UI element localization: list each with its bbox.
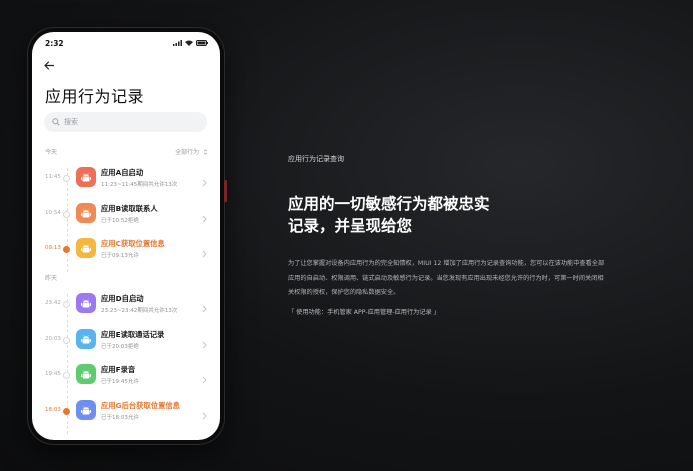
list-item[interactable]: 10:54 应用B读取联系人 已于10:52拒绝: [32, 199, 220, 235]
filter-label: 全部行为: [175, 149, 200, 156]
item-title: 应用D自启动: [101, 294, 144, 303]
android-icon: [81, 173, 91, 182]
item-time: 09:13: [45, 245, 61, 251]
promo-usage-path: 「 使用功能：手机管家 APP-应用管理-应用行为记录 」: [288, 309, 440, 316]
android-icon: [81, 208, 91, 217]
android-icon: [81, 299, 91, 308]
item-description: 已于20:03拒绝: [101, 343, 139, 350]
warning-dot-icon: [63, 407, 70, 415]
timeline-dot-icon: [63, 175, 70, 182]
app-icon: [76, 202, 96, 223]
section-label-yesterday: 昨天: [45, 275, 58, 282]
filter-dropdown[interactable]: 全部行为: [175, 147, 208, 156]
item-time: 20:03: [45, 335, 61, 342]
item-description: 已于18:03允许: [101, 414, 139, 421]
app-icon: [76, 293, 96, 313]
list-item[interactable]: 23:42 应用D自启动 23:23~23:42期间共允许13次: [32, 289, 220, 325]
item-time: 10:54: [45, 209, 61, 216]
search-input[interactable]: 搜索: [44, 112, 207, 132]
timeline-dot-icon: [63, 372, 70, 379]
android-icon: [81, 370, 91, 379]
chevron-right-icon: [202, 179, 207, 187]
phone-frame: 2:32 应用行为记录 搜索 今天 全部行为 11:45 应用A自启动 11:23~…: [28, 28, 224, 444]
item-description: 已于09:13允许: [101, 253, 139, 259]
sort-updown-icon: [203, 148, 208, 155]
phone-screen: 2:32 应用行为记录 搜索 今天 全部行为 11:45 应用A自启动 11:23~…: [32, 32, 220, 440]
list-item[interactable]: 20:03 应用E读取通话记录 已于20:03拒绝: [32, 325, 220, 361]
item-description: 23:23~23:42期间共允许13次: [101, 308, 178, 314]
item-title: 应用B读取联系人: [101, 203, 158, 213]
chevron-right-icon: [202, 305, 207, 313]
page-title: 应用行为记录: [45, 87, 145, 106]
item-time: 23:42: [45, 300, 61, 306]
promo-label: 应用行为记录查询: [288, 155, 344, 163]
list-item[interactable]: 19:45 应用F录音已于19:45允许: [32, 360, 220, 396]
promo-headline: 应用的一切敏感行为都被忠实 记录，并呈现给您: [288, 195, 490, 235]
search-icon: [52, 118, 60, 126]
chevron-right-icon: [202, 250, 207, 258]
wifi-icon: [185, 40, 193, 46]
list-item[interactable]: 09:13 应用C获取位置信息 已于09:13允许: [32, 234, 220, 270]
item-time: 18:03: [45, 406, 61, 413]
back-arrow-icon[interactable]: [44, 61, 54, 70]
item-title: 应用A自启动: [101, 168, 144, 177]
item-description: 11:23~11:45期间共允许13次: [101, 182, 178, 188]
android-icon: [81, 244, 91, 253]
timeline-dot-icon: [63, 301, 70, 308]
app-icon: [76, 399, 96, 420]
item-title: 应用G后台获取位置信息: [101, 400, 180, 410]
warning-dot-icon: [63, 246, 70, 253]
item-description: 已于19:45允许: [101, 379, 139, 385]
timeline-dot-icon: [63, 210, 70, 218]
app-icon: [76, 364, 96, 384]
status-bar: 2:32: [32, 32, 220, 50]
search-placeholder: 搜索: [64, 118, 78, 126]
app-icon: [76, 238, 96, 258]
chevron-right-icon: [202, 341, 207, 348]
app-icon: [76, 167, 96, 187]
item-time: 19:45: [45, 371, 61, 377]
item-title: 应用C获取位置信息: [101, 239, 165, 248]
item-time: 11:45: [45, 174, 61, 180]
battery-icon: [196, 40, 208, 46]
promo-description: 为了让您掌握对设备内应用行为的完全知情权，MIUI 12 增加了应用行为记录查询…: [288, 260, 605, 296]
android-icon: [81, 334, 91, 343]
item-description: 已于10:52拒绝: [101, 217, 139, 224]
chevron-right-icon: [202, 376, 207, 384]
chevron-right-icon: [202, 412, 207, 419]
item-title: 应用F录音: [101, 365, 136, 374]
signal-icon: [173, 40, 182, 46]
item-title: 应用E读取通话记录: [101, 329, 165, 339]
list-item[interactable]: 11:45 应用A自启动 11:23~11:45期间共允许13次: [32, 163, 220, 199]
timeline-dot-icon: [63, 336, 70, 344]
android-icon: [81, 405, 91, 414]
status-time: 2:32: [45, 39, 64, 48]
app-icon: [76, 328, 96, 349]
phone-side-button: [224, 180, 227, 202]
list-item[interactable]: 18:03 应用G后台获取位置信息 已于18:03允许: [32, 396, 220, 432]
section-label-today: 今天: [45, 149, 58, 156]
chevron-right-icon: [202, 215, 207, 222]
